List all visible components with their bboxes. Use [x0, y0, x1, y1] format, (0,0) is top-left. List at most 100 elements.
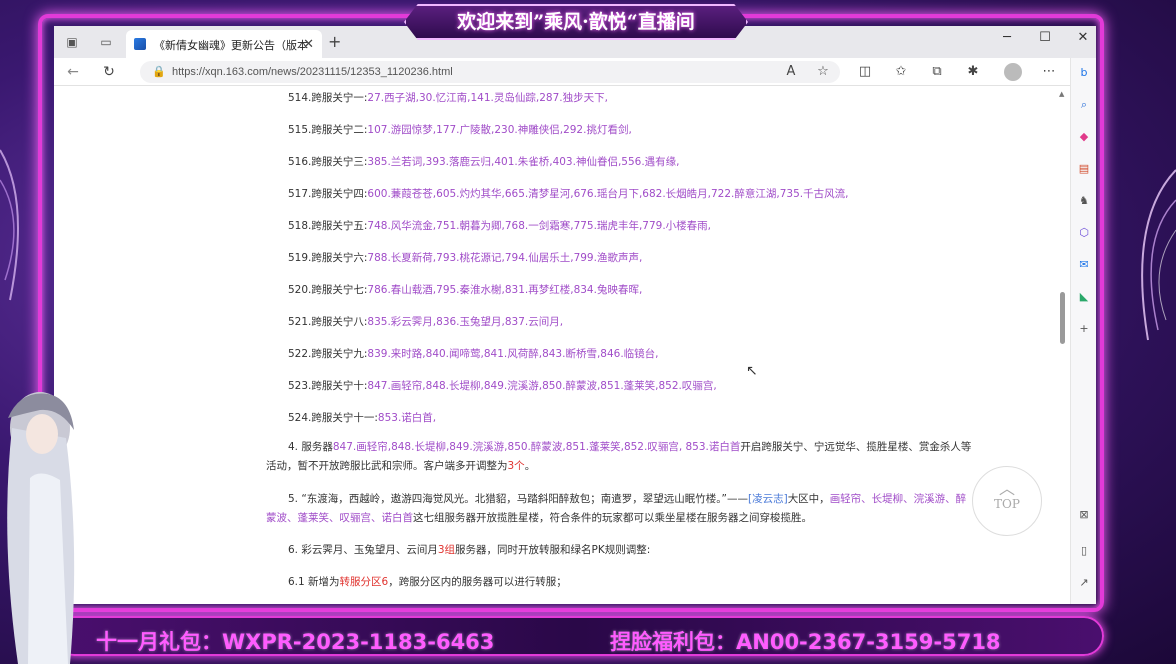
server-line-label: 514.跨服关宁一: — [288, 92, 368, 104]
p5-text: 5. “东渡海，西越岭，遨游四海觉风光。北猎貂，马踏斜阳醉敖包；南遣罗，翠望远山… — [288, 493, 748, 505]
collections-icon[interactable]: ⧉ — [928, 64, 946, 79]
server-line: 515.跨服关宁二:107.游园惊梦,177.广陵散,230.神雕侠侣,292.… — [288, 122, 632, 137]
server-line: 521.跨服关宁八:835.彩云霁月,836.玉兔望月,837.云间月, — [288, 314, 563, 329]
paragraph-6-1: 6.1 新增为转服分区6，跨服分区内的服务器可以进行转服； — [266, 573, 974, 592]
server-line-servers: 385.兰若词,393.落鹿云归,401.朱雀桥,403.神仙眷侣,556.遇有… — [367, 156, 680, 168]
paragraph-5: 5. “东渡海，西越岭，遨游四海觉风光。北猎貂，马踏斜阳醉敖包；南遣罗，翠望远山… — [266, 490, 974, 528]
favorite-star-icon[interactable]: ☆ — [814, 64, 832, 79]
article-content: 514.跨服关宁一:27.西子湖,30.忆江南,141.灵岛仙踪,287.独步天… — [54, 86, 1058, 604]
mouse-cursor-icon: ↖ — [746, 363, 758, 379]
outlook-icon[interactable]: ✉ — [1077, 258, 1091, 272]
tab-actions-icon[interactable]: ▭ — [98, 34, 114, 50]
server-line-servers: 786.春山载酒,795.秦淮水榭,831.再梦红楼,834.兔映春晖, — [367, 284, 643, 296]
external-link-icon[interactable]: ↗ — [1077, 576, 1091, 590]
new-tab-button[interactable]: + — [328, 32, 341, 51]
read-aloud-icon[interactable]: A — [782, 64, 800, 79]
workspaces-icon[interactable]: ▣ — [64, 34, 80, 50]
office-icon[interactable]: ⬡ — [1077, 226, 1091, 240]
browser-tab[interactable]: 《新倩女幽魂》更新公告（版本 ✕ — [126, 30, 322, 58]
server-line-label: 520.跨服关宁七: — [288, 284, 368, 296]
p4-servers: 847.画轻帘,848.长堤柳,849.浣溪游,850.醉蒙波,851.蓬莱笑,… — [332, 441, 741, 453]
profile-avatar[interactable] — [1004, 63, 1022, 81]
server-line: 519.跨服关宁六:788.长夏新荷,793.桃花源记,794.仙居乐土,799… — [288, 250, 642, 265]
p61-text-b: ，跨服分区内的服务器可以进行转服； — [388, 576, 567, 588]
feather-decoration-left — [0, 149, 19, 301]
more-menu-icon[interactable]: ⋯ — [1040, 64, 1058, 79]
server-line-servers: 839.来时路,840.闻啼莺,841.风荷醉,843.断桥雪,846.临镜台, — [367, 348, 659, 360]
top-label: TOP — [994, 497, 1020, 511]
server-line-label: 522.跨服关宁九: — [288, 348, 368, 360]
drop-icon[interactable]: ◣ — [1077, 290, 1091, 304]
address-toolbar: ← ↻ 🔒 https://xqn.163.com/news/20231115/… — [54, 58, 1096, 86]
server-line-servers: 600.蒹葭苍苍,605.灼灼其华,665.清梦星河,676.瑶台月下,682.… — [367, 188, 849, 200]
server-line-servers: 788.长夏新荷,793.桃花源记,794.仙居乐土,799.渔歌声声, — [367, 252, 643, 264]
scroll-up-icon[interactable]: ▲ — [1059, 90, 1064, 98]
chevron-up-icon: ︿ — [998, 479, 1015, 498]
server-line: 517.跨服关宁四:600.蒹葭苍苍,605.灼灼其华,665.清梦星河,676… — [288, 186, 848, 201]
server-line-label: 521.跨服关宁八: — [288, 316, 368, 328]
favorites-icon[interactable]: ✩ — [892, 64, 910, 79]
anime-character-illustration — [7, 392, 75, 664]
p4-count: 3个 — [507, 460, 525, 472]
maximize-icon[interactable]: ☐ — [1036, 30, 1054, 45]
server-line-servers: 847.画轻帘,848.长堤柳,849.浣溪游,850.醉蒙波,851.蓬莱笑,… — [367, 380, 717, 392]
p6-text: 6. 彩云霁月、玉兔望月、云间月 — [288, 544, 438, 556]
games-icon[interactable]: ♞ — [1077, 194, 1091, 208]
stream-title-banner: 欢迎来到”乘风·歆悦“直播间 — [404, 4, 748, 40]
server-line-servers: 107.游园惊梦,177.广陵散,230.神雕侠侣,292.挑灯看剑, — [367, 124, 632, 136]
server-line-servers: 27.西子湖,30.忆江南,141.灵岛仙踪,287.独步天下, — [367, 92, 608, 104]
tab-title: 《新倩女幽魂》更新公告（版本 — [154, 40, 308, 52]
server-line-label: 515.跨服关宁二: — [288, 124, 368, 136]
server-line-label: 523.跨服关宁十: — [288, 380, 368, 392]
p5-text-b: 大区中， — [787, 493, 830, 505]
back-to-top-button[interactable]: ︿ TOP — [972, 466, 1042, 536]
server-line-label: 524.跨服关宁十一: — [288, 412, 378, 424]
search-icon[interactable]: ⌕ — [1077, 98, 1091, 112]
address-input[interactable]: 🔒 https://xqn.163.com/news/20231115/1235… — [140, 61, 840, 83]
minimize-icon[interactable]: ─ — [998, 30, 1016, 45]
edge-sidebar: b ⌕ ◆ ▤ ♞ ⬡ ✉ ◣ + ⊠ ▯ ↗ — [1070, 58, 1096, 604]
split-screen-icon[interactable]: ◫ — [856, 64, 874, 79]
close-tab-icon[interactable]: ✕ — [303, 36, 314, 52]
p5-link[interactable]: [凌云志] — [748, 493, 788, 505]
server-line-servers: 748.风华流金,751.朝暮为卿,768.一剑霜寒,775.瑞虎丰年,779.… — [367, 220, 712, 232]
server-line-label: 517.跨服关宁四: — [288, 188, 368, 200]
p6-count: 3组 — [437, 544, 456, 556]
server-line-label: 516.跨服关宁三: — [288, 156, 368, 168]
p4-end: 。 — [524, 460, 536, 472]
copilot-icon[interactable]: b — [1077, 66, 1091, 80]
p61-text: 6.1 新增为 — [288, 576, 340, 588]
server-line-label: 518.跨服关宁五: — [288, 220, 368, 232]
server-line: 514.跨服关宁一:27.西子湖,30.忆江南,141.灵岛仙踪,287.独步天… — [288, 90, 608, 105]
promo-banner: 十一月礼包：WXPR-2023-1183-6463 捏脸福利包：AN00-236… — [54, 616, 1104, 656]
shopping-tag-icon[interactable]: ◆ — [1077, 130, 1091, 144]
site-favicon-icon — [134, 38, 146, 50]
server-line-servers: 853.诺白首, — [377, 412, 437, 424]
server-line: 518.跨服关宁五:748.风华流金,751.朝暮为卿,768.一剑霜寒,775… — [288, 218, 711, 233]
tools-icon[interactable]: ▤ — [1077, 162, 1091, 176]
server-line: 516.跨服关宁三:385.兰若词,393.落鹿云归,401.朱雀桥,403.神… — [288, 154, 680, 169]
server-line-label: 519.跨服关宁六: — [288, 252, 368, 264]
refresh-icon[interactable]: ↻ — [100, 64, 118, 80]
browser-window: ▣ ▭ 《新倩女幽魂》更新公告（版本 ✕ + ─ ☐ ✕ ← ↻ 🔒 https… — [54, 26, 1096, 604]
url-text: https://xqn.163.com/news/20231115/12353_… — [172, 66, 453, 78]
close-window-icon[interactable]: ✕ — [1074, 30, 1092, 45]
p5-text-c: 这七组服务器开放揽胜星楼，符合条件的玩家都可以乘坐星楼在服务器之间穿梭揽胜。 — [413, 512, 812, 524]
hide-sidebar-icon[interactable]: ▯ — [1077, 544, 1091, 558]
server-line-servers: 835.彩云霁月,836.玉兔望月,837.云间月, — [367, 316, 564, 328]
server-line: 522.跨服关宁九:839.来时路,840.闻啼莺,841.风荷醉,843.断桥… — [288, 346, 659, 361]
lock-icon: 🔒 — [152, 66, 166, 78]
screenshot-icon[interactable]: ⊠ — [1077, 508, 1091, 522]
scroll-thumb[interactable] — [1060, 292, 1065, 344]
paragraph-4: 4. 服务器847.画轻帘,848.长堤柳,849.浣溪游,850.醉蒙波,85… — [266, 438, 974, 476]
p61-highlight: 转服分区6 — [339, 576, 389, 588]
promo-left: 十一月礼包：WXPR-2023-1183-6463 — [96, 630, 495, 654]
p4-text: 4. 服务器 — [288, 441, 333, 453]
extensions-icon[interactable]: ✱ — [964, 64, 982, 79]
back-icon[interactable]: ← — [64, 64, 82, 80]
add-sidebar-app-icon[interactable]: + — [1077, 322, 1091, 336]
page-scrollbar[interactable]: ▲ — [1057, 86, 1069, 604]
server-line: 520.跨服关宁七:786.春山载酒,795.秦淮水榭,831.再梦红楼,834… — [288, 282, 642, 297]
promo-right: 捏脸福利包：AN00-2367-3159-5718 — [610, 630, 1001, 654]
feather-decoration-right — [1141, 169, 1176, 341]
